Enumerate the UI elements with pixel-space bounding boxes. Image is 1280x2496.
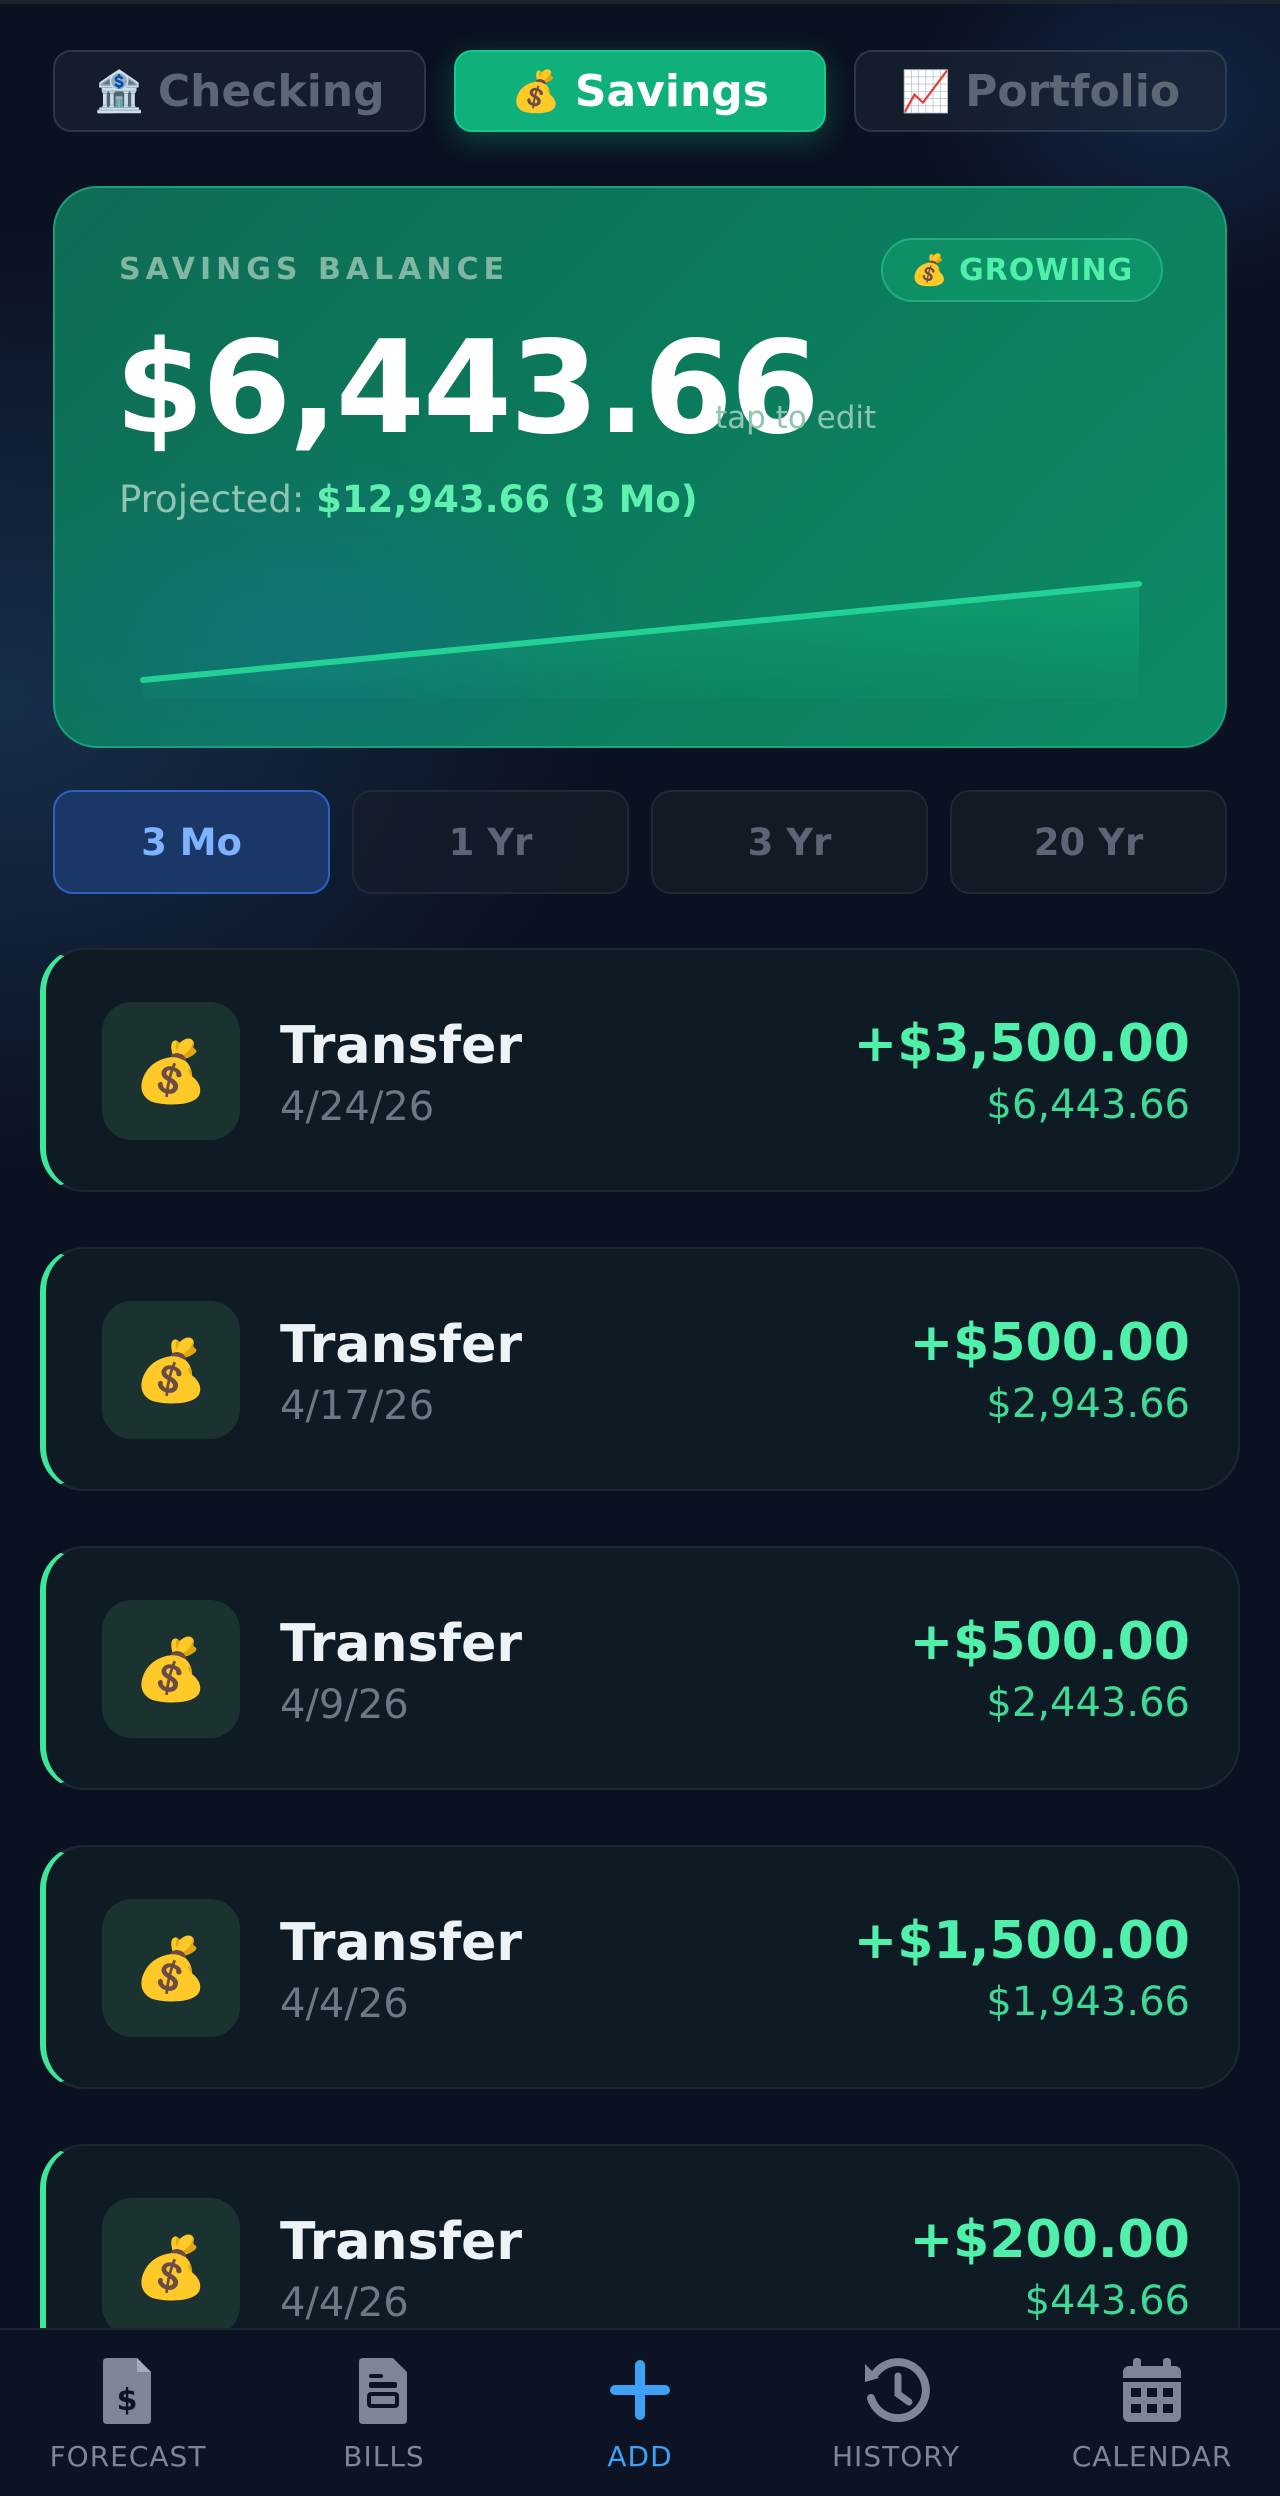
transaction-amount: +$3,500.00 xyxy=(853,1014,1190,1074)
transaction-title: Transfer xyxy=(280,1913,522,1973)
range-20yr[interactable]: 20 Yr xyxy=(950,790,1227,894)
status-badge: 💰 GROWING xyxy=(881,238,1163,302)
nav-label: FORECAST xyxy=(49,2440,207,2473)
transaction-list[interactable]: 💰 Transfer 4/24/26 +$3,500.00 $6,443.66 … xyxy=(40,948,1240,2328)
nav-label: CALENDAR xyxy=(1071,2440,1233,2473)
list-item[interactable]: 💰 Transfer 4/4/26 +$1,500.00 $1,943.66 xyxy=(40,1845,1240,2089)
transaction-title: Transfer xyxy=(280,1016,522,1076)
tab-label: Checking xyxy=(157,65,385,117)
range-1yr[interactable]: 1 Yr xyxy=(352,790,629,894)
nav-label: BILLS xyxy=(343,2440,425,2473)
badge-label: GROWING xyxy=(959,252,1134,288)
transaction-amount: +$200.00 xyxy=(909,2210,1190,2270)
projected-value: $12,943.66 (3 Mo) xyxy=(316,478,698,521)
nav-label: ADD xyxy=(607,2440,673,2473)
tab-checking[interactable]: 🏦 Checking xyxy=(53,50,426,132)
transaction-title: Transfer xyxy=(280,1614,522,1674)
transaction-date: 4/24/26 xyxy=(280,1084,435,1130)
nav-history[interactable]: HISTORY xyxy=(768,2330,1024,2496)
projected-balance: Projected: $12,943.66 (3 Mo) xyxy=(119,478,698,521)
history-icon xyxy=(865,2358,930,2423)
transaction-date: 4/4/26 xyxy=(280,2280,409,2326)
tab-label: Portfolio xyxy=(965,65,1181,117)
money-bag-icon: 💰 xyxy=(102,1301,240,1439)
running-balance: $2,943.66 xyxy=(986,1381,1190,1427)
forecast-icon: $ xyxy=(103,2358,151,2424)
range-3mo[interactable]: 3 Mo xyxy=(53,790,330,894)
money-bag-icon: 💰 xyxy=(511,68,561,115)
nav-label: HISTORY xyxy=(832,2440,960,2473)
range-3yr[interactable]: 3 Yr xyxy=(651,790,928,894)
list-item[interactable]: 💰 Transfer 4/9/26 +$500.00 $2,443.66 xyxy=(40,1546,1240,1790)
transaction-date: 4/9/26 xyxy=(280,1682,409,1728)
transaction-amount: +$500.00 xyxy=(909,1313,1190,1373)
bank-icon: 🏦 xyxy=(94,68,144,115)
tab-portfolio[interactable]: 📈 Portfolio xyxy=(854,50,1228,132)
tab-label: Savings xyxy=(574,65,769,117)
transaction-amount: +$500.00 xyxy=(909,1612,1190,1672)
add-icon xyxy=(610,2360,670,2420)
transaction-date: 4/17/26 xyxy=(280,1383,435,1429)
projected-label: Projected: xyxy=(119,478,305,521)
calendar-icon xyxy=(1123,2358,1181,2422)
transaction-title: Transfer xyxy=(280,1315,522,1375)
nav-forecast[interactable]: $ FORECAST xyxy=(0,2330,256,2496)
transaction-title: Transfer xyxy=(280,2212,522,2272)
svg-text:$: $ xyxy=(117,2383,138,2418)
list-item[interactable]: 💰 Transfer 4/24/26 +$3,500.00 $6,443.66 xyxy=(40,948,1240,1192)
money-bag-icon: 💰 xyxy=(102,1002,240,1140)
running-balance: $2,443.66 xyxy=(986,1680,1190,1726)
list-item[interactable]: 💰 Transfer 4/4/26 +$200.00 $443.66 xyxy=(40,2144,1240,2328)
money-bag-icon: 💰 xyxy=(910,252,950,288)
money-bag-icon: 💰 xyxy=(102,2198,240,2328)
money-bag-icon: 💰 xyxy=(102,1600,240,1738)
account-tabs: 🏦 Checking 💰 Savings 📈 Portfolio xyxy=(53,50,1228,132)
tab-savings[interactable]: 💰 Savings xyxy=(453,50,827,132)
transaction-date: 4/4/26 xyxy=(280,1981,409,2027)
balance-amount[interactable]: $6,443.66 xyxy=(115,314,820,463)
chart-up-icon: 📈 xyxy=(901,68,952,115)
list-item[interactable]: 💰 Transfer 4/17/26 +$500.00 $2,943.66 xyxy=(40,1247,1240,1491)
bills-icon xyxy=(359,2358,407,2424)
running-balance: $1,943.66 xyxy=(986,1979,1190,2025)
status-bar-divider xyxy=(0,0,1280,4)
savings-balance-card[interactable]: SAVINGS BALANCE 💰 GROWING $6,443.66 tap … xyxy=(53,186,1227,748)
edit-hint: tap to edit xyxy=(715,400,877,436)
bottom-nav: $ FORECAST BILLS ADD HISTORY CALENDAR xyxy=(0,2328,1280,2496)
nav-add[interactable]: ADD xyxy=(512,2330,768,2496)
range-selector: 3 Mo 1 Yr 3 Yr 20 Yr xyxy=(53,790,1227,894)
money-bag-icon: 💰 xyxy=(102,1899,240,2037)
balance-label: SAVINGS BALANCE xyxy=(119,252,509,287)
nav-calendar[interactable]: CALENDAR xyxy=(1024,2330,1280,2496)
nav-bills[interactable]: BILLS xyxy=(256,2330,512,2496)
transaction-amount: +$1,500.00 xyxy=(853,1911,1190,1971)
running-balance: $6,443.66 xyxy=(986,1082,1190,1128)
running-balance: $443.66 xyxy=(1024,2278,1190,2324)
